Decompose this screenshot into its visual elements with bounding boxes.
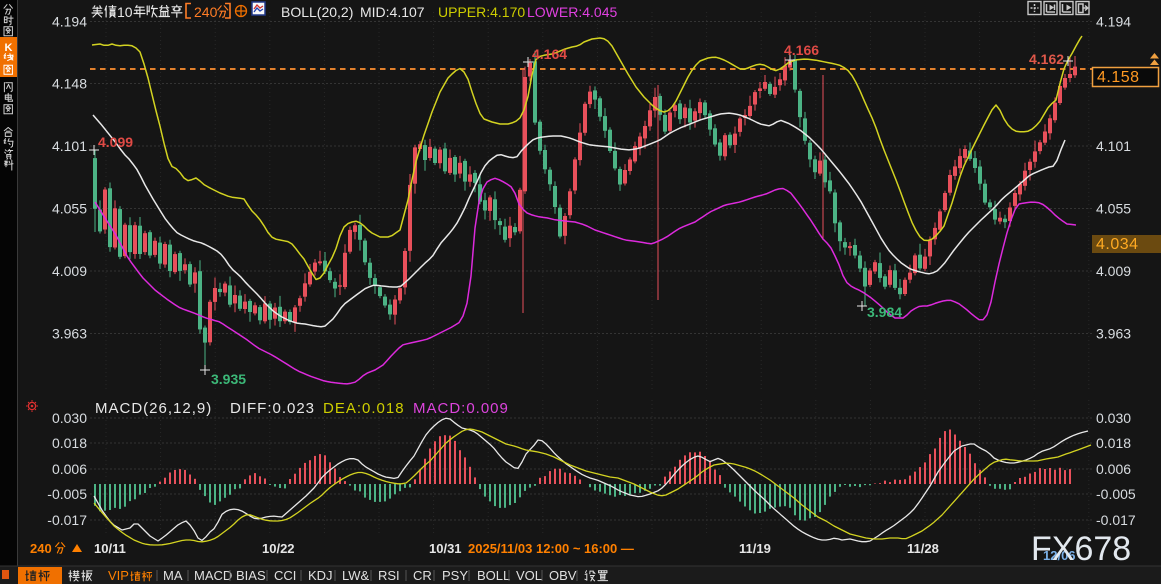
svg-text:10: 10 — [117, 4, 133, 20]
svg-text:3.963: 3.963 — [52, 326, 87, 342]
svg-text:-0.005: -0.005 — [1096, 486, 1136, 502]
svg-text:CCI: CCI — [274, 568, 296, 583]
svg-text:3.935: 3.935 — [211, 371, 246, 387]
svg-text:4.055: 4.055 — [1096, 201, 1131, 217]
svg-text:2025/11/03 12:00 ~ 16:00 —: 2025/11/03 12:00 ~ 16:00 — — [468, 541, 634, 556]
svg-text:MACD: MACD — [194, 568, 232, 583]
svg-text:3.963: 3.963 — [1096, 326, 1131, 342]
svg-text:MA: MA — [163, 568, 183, 583]
svg-text:4.164: 4.164 — [532, 46, 567, 62]
svg-text:4.162: 4.162 — [1029, 51, 1064, 67]
svg-text:4.055: 4.055 — [52, 201, 87, 217]
svg-text:11/19: 11/19 — [739, 541, 771, 556]
svg-text:DIFF:0.023: DIFF:0.023 — [230, 400, 315, 417]
svg-text:4.158: 4.158 — [1097, 69, 1140, 86]
svg-text:VIP: VIP — [108, 568, 129, 583]
svg-text:4.009: 4.009 — [52, 263, 87, 279]
svg-text:MACD(26,12,9): MACD(26,12,9) — [95, 400, 212, 417]
svg-text:-0.017: -0.017 — [47, 512, 87, 528]
svg-text:4.166: 4.166 — [784, 42, 819, 58]
svg-text:240: 240 — [194, 4, 218, 20]
svg-text:K: K — [5, 42, 13, 54]
svg-text:3.984: 3.984 — [867, 304, 902, 320]
svg-text:0.006: 0.006 — [52, 461, 87, 477]
svg-text:LW&: LW& — [342, 568, 370, 583]
svg-text:RSI: RSI — [378, 568, 400, 583]
svg-text:4.101: 4.101 — [52, 138, 87, 154]
svg-text:-0.017: -0.017 — [1096, 512, 1136, 528]
svg-text:MACD:0.009: MACD:0.009 — [413, 400, 509, 417]
svg-text:OBV: OBV — [549, 568, 577, 583]
svg-text:CR: CR — [413, 568, 432, 583]
svg-text:0.030: 0.030 — [52, 410, 87, 426]
svg-text:FX678: FX678 — [1031, 530, 1131, 568]
svg-text:4.194: 4.194 — [52, 14, 87, 30]
svg-text:4.101: 4.101 — [1096, 138, 1131, 154]
svg-text:BIAS: BIAS — [236, 568, 266, 583]
svg-text:4.099: 4.099 — [98, 134, 133, 150]
svg-text:MID:4.107: MID:4.107 — [360, 4, 425, 20]
svg-text:0.018: 0.018 — [1096, 435, 1131, 451]
svg-text:KDJ: KDJ — [308, 568, 333, 583]
svg-text:VOL: VOL — [516, 568, 542, 583]
svg-text:0.018: 0.018 — [52, 435, 87, 451]
svg-text:10/11: 10/11 — [94, 541, 126, 556]
svg-text:240: 240 — [30, 541, 52, 556]
svg-text:4.148: 4.148 — [52, 76, 87, 92]
svg-text:BOLL: BOLL — [477, 568, 510, 583]
svg-text:LOWER:4.045: LOWER:4.045 — [527, 4, 617, 20]
svg-text:0.030: 0.030 — [1096, 410, 1131, 426]
svg-text:4.194: 4.194 — [1096, 14, 1131, 30]
svg-text:0.006: 0.006 — [1096, 461, 1131, 477]
svg-text:BOLL(20,2): BOLL(20,2) — [281, 4, 353, 20]
svg-text:-0.005: -0.005 — [47, 486, 87, 502]
svg-text:4.034: 4.034 — [1096, 236, 1139, 253]
svg-text:PSY: PSY — [442, 568, 468, 583]
svg-text:11/28: 11/28 — [907, 541, 939, 556]
svg-text:4.009: 4.009 — [1096, 263, 1131, 279]
svg-text:UPPER:4.170: UPPER:4.170 — [438, 4, 525, 20]
svg-text:DEA:0.018: DEA:0.018 — [323, 400, 405, 417]
svg-text:10/22: 10/22 — [262, 541, 295, 556]
svg-text:10/31: 10/31 — [429, 541, 462, 556]
